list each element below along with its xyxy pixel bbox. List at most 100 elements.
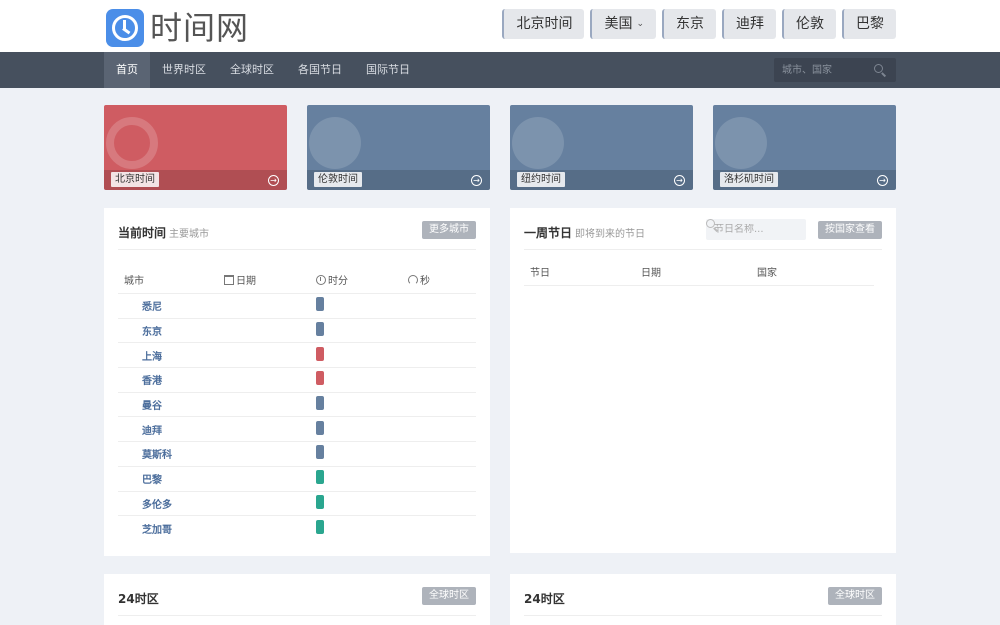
quick-link-label: 迪拜	[736, 16, 764, 32]
time-chip	[316, 494, 324, 509]
time-chip	[316, 470, 324, 485]
quick-link-beijing[interactable]: 北京时间	[502, 9, 585, 39]
time-chip	[316, 371, 324, 386]
weekly-holidays-panel: 一周节日即将到来的节日 按国家查看 节日 日期 国家	[510, 208, 896, 553]
time-chip	[316, 297, 324, 312]
time-chip	[316, 420, 324, 435]
nav-item-home[interactable]: 首页	[104, 52, 150, 88]
city-link[interactable]: 巴黎	[118, 471, 224, 486]
col-holiday: 节日	[530, 268, 550, 279]
city-link[interactable]: 多伦多	[118, 496, 224, 511]
arrow-right-icon: →	[877, 175, 888, 186]
table-row: 悉尼	[118, 294, 476, 319]
col-seconds: 秒	[408, 272, 468, 287]
tile-london-time[interactable]: 伦敦时间 →	[307, 105, 490, 190]
tile-beijing-time[interactable]: 北京时间 →	[104, 105, 287, 190]
quick-link-dubai[interactable]: 迪拜	[722, 9, 776, 39]
table-header: 城市 日期 时分 秒	[118, 266, 476, 294]
city-link[interactable]: 迪拜	[118, 422, 224, 437]
time-chip	[316, 520, 324, 535]
globe-icon	[715, 117, 767, 169]
city-link[interactable]: 曼谷	[118, 397, 224, 412]
table-row: 巴黎	[118, 467, 476, 492]
time-chip	[316, 346, 324, 361]
panel-title: 24时区	[118, 592, 159, 606]
quick-link-label: 伦敦	[796, 16, 824, 32]
table-row: 上海	[118, 343, 476, 369]
nav-item-global-timezones[interactable]: 全球时区	[218, 52, 286, 88]
globe-icon	[309, 117, 361, 169]
search-icon[interactable]	[874, 64, 887, 77]
quick-link-london[interactable]: 伦敦	[782, 9, 836, 39]
timezone-panel-right: 24时区 全球时区	[510, 574, 896, 625]
table-row: 莫斯科	[118, 442, 476, 467]
table-row: 曼谷	[118, 393, 476, 418]
time-chip	[316, 396, 324, 411]
time-chip	[316, 322, 324, 337]
table-row: 多伦多	[118, 492, 476, 517]
global-timezones-button[interactable]: 全球时区	[422, 587, 476, 605]
nav-item-world-timezones[interactable]: 世界时区	[150, 52, 218, 88]
panel-subtitle: 主要城市	[169, 229, 210, 240]
view-by-country-button[interactable]: 按国家查看	[818, 221, 882, 239]
nav-search-box	[774, 58, 896, 82]
tile-newyork-time[interactable]: 纽约时间 →	[510, 105, 693, 190]
city-link[interactable]: 悉尼	[118, 298, 224, 313]
quick-city-links: 北京时间 美国 ⌄ 东京 迪拜 伦敦 巴黎	[502, 9, 896, 39]
tile-label: 北京时间	[111, 172, 159, 187]
time-chip	[316, 445, 324, 460]
table-header: 节日 日期 国家	[524, 258, 874, 286]
table-row: 东京	[118, 319, 476, 344]
panel-subtitle: 即将到来的节日	[575, 229, 646, 240]
clock-icon	[316, 275, 326, 285]
tile-label: 伦敦时间	[314, 172, 362, 187]
panel-title: 当前时间 主要城市	[118, 226, 210, 240]
holiday-table: 节日 日期 国家	[524, 258, 874, 286]
quick-link-label: 北京时间	[516, 16, 573, 32]
city-link[interactable]: 上海	[118, 348, 224, 363]
col-date: 日期	[641, 268, 661, 279]
quick-link-paris[interactable]: 巴黎	[842, 9, 896, 39]
clock-logo-icon	[106, 9, 144, 47]
quick-link-label: 美国	[604, 16, 633, 32]
top-header: 时间网 北京时间 美国 ⌄ 东京 迪拜 伦敦 巴黎	[0, 0, 1000, 52]
table-row: 迪拜	[118, 417, 476, 443]
col-city: 城市	[124, 276, 144, 287]
arrow-right-icon: →	[268, 175, 279, 186]
arrow-right-icon: →	[471, 175, 482, 186]
quick-link-label: 巴黎	[856, 16, 884, 32]
table-row: 芝加哥	[118, 516, 476, 541]
calendar-icon	[224, 275, 234, 285]
timezone-panel-left: 24时区 全球时区	[104, 574, 490, 625]
tile-losangeles-time[interactable]: 洛杉矶时间 →	[713, 105, 896, 190]
tile-label: 纽约时间	[517, 172, 565, 187]
table-row: 香港	[118, 368, 476, 393]
site-logo-text: 时间网	[150, 9, 250, 47]
city-link[interactable]: 香港	[118, 372, 224, 387]
arrow-right-icon: →	[674, 175, 685, 186]
global-timezones-button[interactable]: 全球时区	[828, 587, 882, 605]
tile-label: 洛杉矶时间	[720, 172, 778, 187]
holiday-search-input[interactable]	[706, 224, 786, 235]
clock-icon	[106, 117, 158, 169]
panel-title: 24时区	[524, 592, 565, 606]
quick-link-label: 东京	[676, 16, 704, 32]
gauge-icon	[408, 275, 418, 285]
holiday-search-box	[706, 219, 806, 240]
nav-item-country-holidays[interactable]: 各国节日	[286, 52, 354, 88]
city-link[interactable]: 东京	[118, 323, 224, 338]
nav-item-international-holidays[interactable]: 国际节日	[354, 52, 422, 88]
city-time-table: 城市 日期 时分 秒 悉尼 东京 上海 香港 曼谷 迪拜 莫斯科 巴黎 多伦多 …	[118, 266, 476, 541]
col-date: 日期	[224, 272, 316, 287]
city-link[interactable]: 莫斯科	[118, 446, 224, 461]
more-cities-button[interactable]: 更多城市	[422, 221, 476, 239]
nav-search-input[interactable]	[774, 58, 874, 82]
city-link[interactable]: 芝加哥	[118, 521, 224, 536]
col-hourmin: 时分	[316, 272, 408, 287]
current-time-panel: 当前时间 主要城市 更多城市 城市 日期 时分 秒 悉尼 东京 上海 香港 曼谷 …	[104, 208, 490, 556]
quick-link-tokyo[interactable]: 东京	[662, 9, 716, 39]
site-logo[interactable]: 时间网	[106, 9, 249, 47]
globe-icon	[512, 117, 564, 169]
quick-link-usa-dropdown[interactable]: 美国 ⌄	[590, 9, 656, 39]
chevron-down-icon: ⌄	[636, 19, 644, 29]
